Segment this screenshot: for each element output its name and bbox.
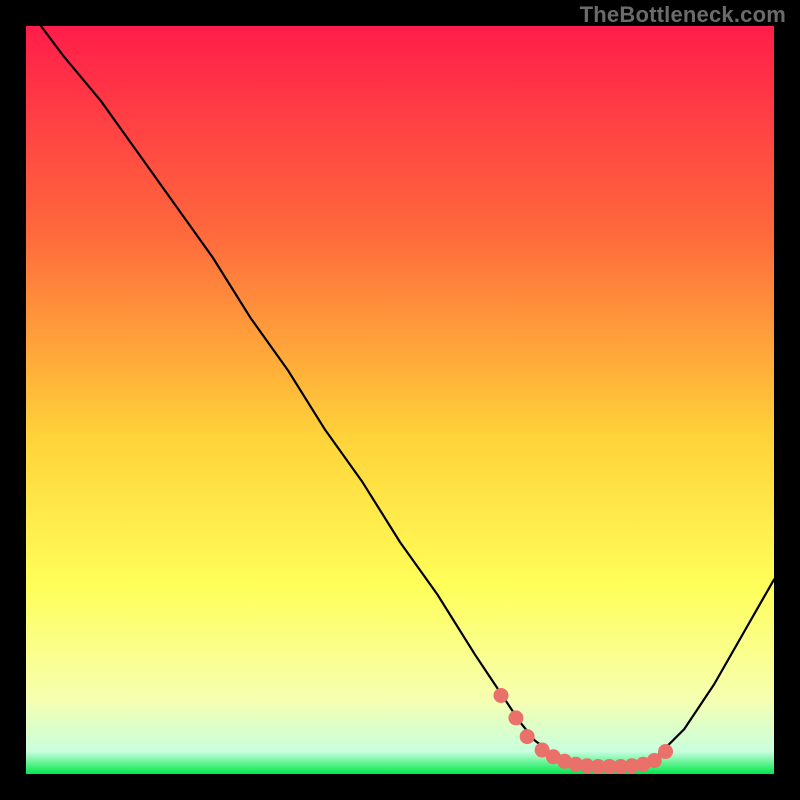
bottleneck-chart xyxy=(26,26,774,774)
marker-dot xyxy=(647,754,661,768)
watermark-text: TheBottleneck.com xyxy=(580,2,786,28)
marker-dot xyxy=(659,745,673,759)
figure-root: TheBottleneck.com xyxy=(0,0,800,800)
marker-dot xyxy=(520,730,534,744)
plot-area xyxy=(26,26,774,774)
marker-dot xyxy=(509,711,523,725)
gradient-background xyxy=(26,26,774,774)
marker-dot xyxy=(494,688,508,702)
